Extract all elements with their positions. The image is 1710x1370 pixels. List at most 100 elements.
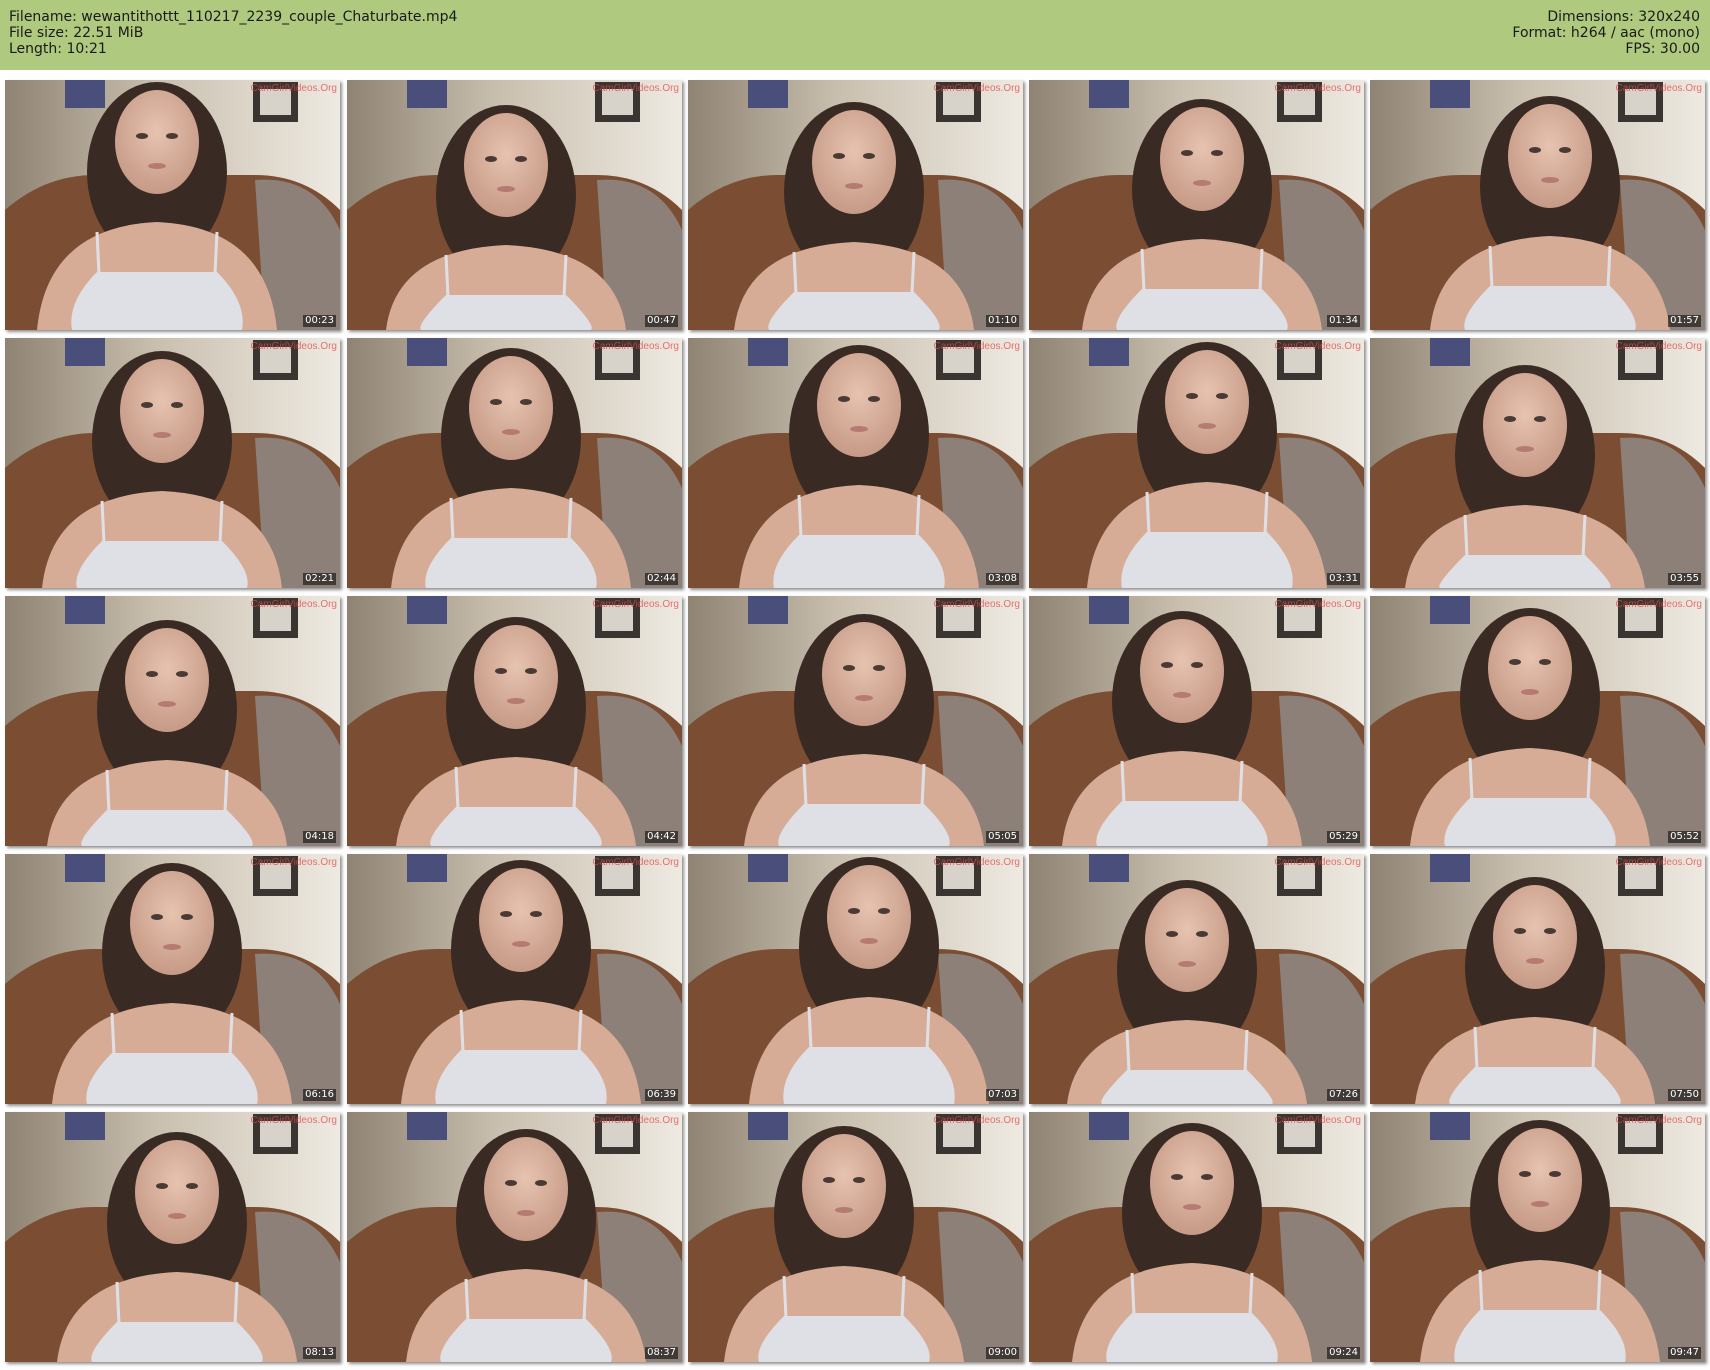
watermark-logo: CamGirlVideos.Org [933, 1115, 1020, 1126]
frame-image [1370, 338, 1705, 588]
frame-image [347, 1112, 682, 1362]
video-frame-thumbnail: CamGirlVideos.Org 03:31 [1029, 338, 1364, 588]
frame-image [347, 338, 682, 588]
frame-image [1029, 1112, 1364, 1362]
video-frame-thumbnail: CamGirlVideos.Org 06:39 [347, 854, 682, 1104]
video-frame-thumbnail: CamGirlVideos.Org 01:10 [688, 80, 1023, 330]
frame-image [1370, 854, 1705, 1104]
video-frame-thumbnail: CamGirlVideos.Org 08:37 [347, 1112, 682, 1362]
frame-image [347, 854, 682, 1104]
frame-image [688, 596, 1023, 846]
frame-timestamp: 07:03 [986, 1089, 1019, 1101]
frame-image [1370, 80, 1705, 330]
frame-timestamp: 01:10 [986, 315, 1019, 327]
frame-timestamp: 05:05 [986, 831, 1019, 843]
frame-image [5, 338, 340, 588]
watermark-logo: CamGirlVideos.Org [1615, 1115, 1702, 1126]
watermark-logo: CamGirlVideos.Org [592, 857, 679, 868]
frame-timestamp: 03:55 [1668, 573, 1701, 585]
video-frame-thumbnail: CamGirlVideos.Org 07:03 [688, 854, 1023, 1104]
watermark-logo: CamGirlVideos.Org [250, 857, 337, 868]
frame-timestamp: 01:57 [1668, 315, 1701, 327]
frame-image [347, 80, 682, 330]
frame-timestamp: 06:16 [303, 1089, 336, 1101]
video-frame-thumbnail: CamGirlVideos.Org 02:44 [347, 338, 682, 588]
frame-timestamp: 08:37 [645, 1347, 678, 1359]
watermark-logo: CamGirlVideos.Org [933, 83, 1020, 94]
watermark-logo: CamGirlVideos.Org [592, 599, 679, 610]
watermark-logo: CamGirlVideos.Org [933, 599, 1020, 610]
frame-timestamp: 09:00 [986, 1347, 1019, 1359]
frame-image [1370, 1112, 1705, 1362]
frame-image [688, 854, 1023, 1104]
frame-timestamp: 07:26 [1327, 1089, 1360, 1101]
frame-timestamp: 09:24 [1327, 1347, 1360, 1359]
video-frame-thumbnail: CamGirlVideos.Org 05:05 [688, 596, 1023, 846]
watermark-logo: CamGirlVideos.Org [1274, 1115, 1361, 1126]
frame-image [5, 596, 340, 846]
watermark-logo: CamGirlVideos.Org [592, 341, 679, 352]
frame-timestamp: 04:42 [645, 831, 678, 843]
video-frame-thumbnail: CamGirlVideos.Org 01:34 [1029, 80, 1364, 330]
thumbnail-grid: CamGirlVideos.Org 00:23 CamGirlVideos.Org 0… [0, 0, 1710, 1370]
frame-image [1370, 596, 1705, 846]
frame-image [688, 80, 1023, 330]
frame-timestamp: 07:50 [1668, 1089, 1701, 1101]
frame-image [1029, 338, 1364, 588]
frame-timestamp: 05:29 [1327, 831, 1360, 843]
frame-timestamp: 09:47 [1668, 1347, 1701, 1359]
frame-timestamp: 00:23 [303, 315, 336, 327]
watermark-logo: CamGirlVideos.Org [1274, 599, 1361, 610]
video-frame-thumbnail: CamGirlVideos.Org 03:08 [688, 338, 1023, 588]
frame-image [688, 1112, 1023, 1362]
video-frame-thumbnail: CamGirlVideos.Org 00:47 [347, 80, 682, 330]
frame-image [5, 80, 340, 330]
watermark-logo: CamGirlVideos.Org [1615, 341, 1702, 352]
frame-timestamp: 03:31 [1327, 573, 1360, 585]
video-frame-thumbnail: CamGirlVideos.Org 00:23 [5, 80, 340, 330]
watermark-logo: CamGirlVideos.Org [1274, 857, 1361, 868]
frame-image [1029, 854, 1364, 1104]
video-frame-thumbnail: CamGirlVideos.Org 04:42 [347, 596, 682, 846]
video-frame-thumbnail: CamGirlVideos.Org 09:00 [688, 1112, 1023, 1362]
frame-image [5, 854, 340, 1104]
frame-timestamp: 00:47 [645, 315, 678, 327]
video-frame-thumbnail: CamGirlVideos.Org 08:13 [5, 1112, 340, 1362]
watermark-logo: CamGirlVideos.Org [1274, 83, 1361, 94]
frame-image [688, 338, 1023, 588]
video-frame-thumbnail: CamGirlVideos.Org 06:16 [5, 854, 340, 1104]
frame-timestamp: 03:08 [986, 573, 1019, 585]
frame-timestamp: 02:21 [303, 573, 336, 585]
watermark-logo: CamGirlVideos.Org [933, 857, 1020, 868]
frame-image [347, 596, 682, 846]
watermark-logo: CamGirlVideos.Org [250, 83, 337, 94]
video-frame-thumbnail: CamGirlVideos.Org 07:26 [1029, 854, 1364, 1104]
video-frame-thumbnail: CamGirlVideos.Org 04:18 [5, 596, 340, 846]
watermark-logo: CamGirlVideos.Org [1615, 857, 1702, 868]
video-frame-thumbnail: CamGirlVideos.Org 09:24 [1029, 1112, 1364, 1362]
watermark-logo: CamGirlVideos.Org [250, 341, 337, 352]
frame-timestamp: 08:13 [303, 1347, 336, 1359]
video-frame-thumbnail: CamGirlVideos.Org 07:50 [1370, 854, 1705, 1104]
video-frame-thumbnail: CamGirlVideos.Org 02:21 [5, 338, 340, 588]
watermark-logo: CamGirlVideos.Org [592, 83, 679, 94]
frame-timestamp: 05:52 [1668, 831, 1701, 843]
watermark-logo: CamGirlVideos.Org [1615, 599, 1702, 610]
frame-image [5, 1112, 340, 1362]
watermark-logo: CamGirlVideos.Org [1274, 341, 1361, 352]
watermark-logo: CamGirlVideos.Org [933, 341, 1020, 352]
frame-timestamp: 02:44 [645, 573, 678, 585]
watermark-logo: CamGirlVideos.Org [592, 1115, 679, 1126]
frame-timestamp: 04:18 [303, 831, 336, 843]
frame-image [1029, 80, 1364, 330]
video-frame-thumbnail: CamGirlVideos.Org 05:29 [1029, 596, 1364, 846]
watermark-logo: CamGirlVideos.Org [1615, 83, 1702, 94]
watermark-logo: CamGirlVideos.Org [250, 599, 337, 610]
video-frame-thumbnail: CamGirlVideos.Org 03:55 [1370, 338, 1705, 588]
frame-timestamp: 01:34 [1327, 315, 1360, 327]
watermark-logo: CamGirlVideos.Org [250, 1115, 337, 1126]
video-frame-thumbnail: CamGirlVideos.Org 01:57 [1370, 80, 1705, 330]
video-frame-thumbnail: CamGirlVideos.Org 09:47 [1370, 1112, 1705, 1362]
frame-timestamp: 06:39 [645, 1089, 678, 1101]
frame-image [1029, 596, 1364, 846]
